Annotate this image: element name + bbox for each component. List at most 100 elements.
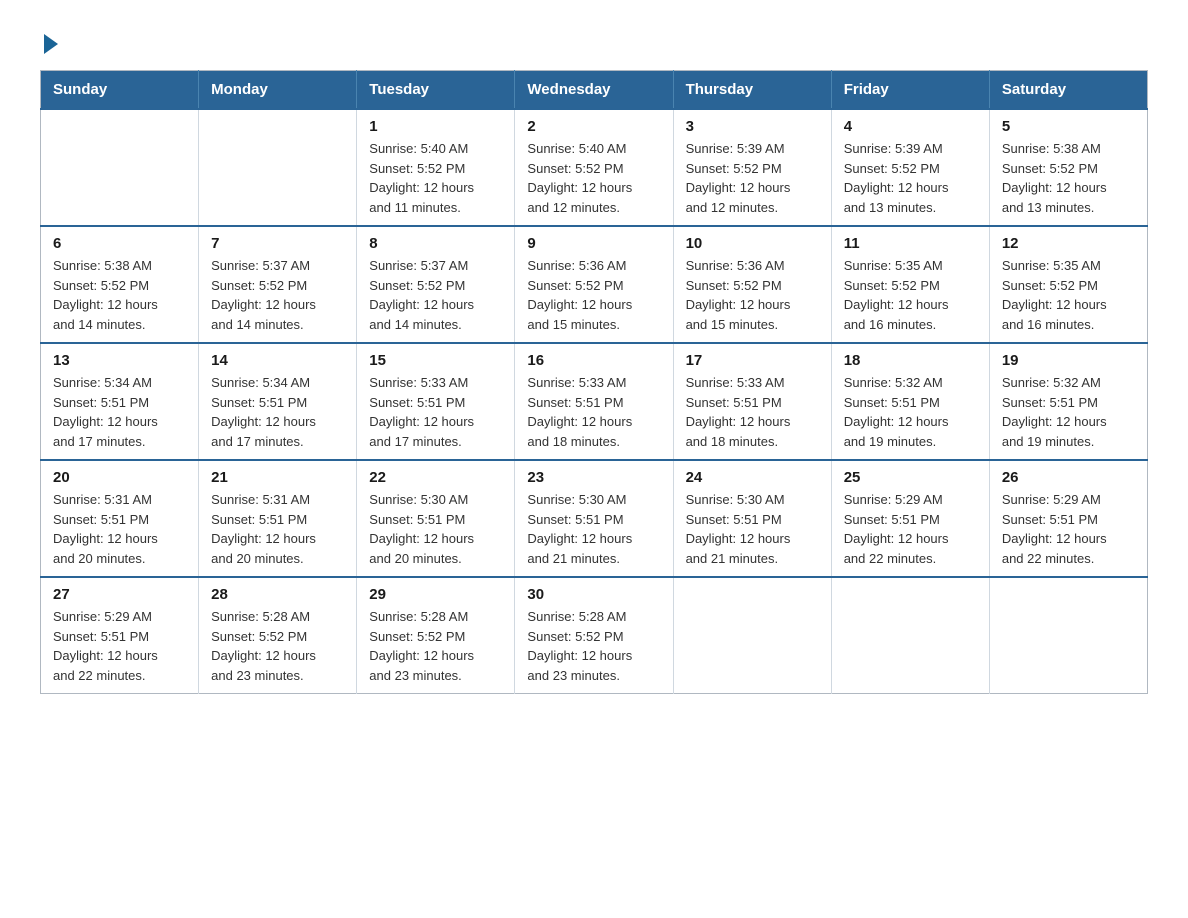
calendar-cell-w3-d5: 17Sunrise: 5:33 AMSunset: 5:51 PMDayligh… — [673, 343, 831, 460]
day-number: 21 — [211, 469, 344, 486]
day-number: 4 — [844, 118, 977, 135]
week-row-2: 6 Sunrise: 5:38 AMSunset: 5:52 PMDaylight… — [41, 226, 1148, 343]
header-sunday: Sunday — [41, 71, 199, 110]
calendar-cell-w3-d2: 14Sunrise: 5:34 AMSunset: 5:51 PMDayligh… — [199, 343, 357, 460]
day-number: 12 — [1002, 235, 1135, 252]
day-detail: Sunrise: 5:40 AMSunset: 5:52 PMDaylight:… — [527, 139, 660, 217]
calendar-cell-w5-d5 — [673, 577, 831, 694]
calendar-cell-w2-d2: 7 Sunrise: 5:37 AMSunset: 5:52 PMDaylight… — [199, 226, 357, 343]
day-number: 28 — [211, 586, 344, 603]
calendar-cell-w1-d1 — [41, 109, 199, 226]
day-detail: Sunrise: 5:36 AMSunset: 5:52 PMDaylight:… — [686, 256, 819, 334]
day-detail: Sunrise: 5:30 AMSunset: 5:51 PMDaylight:… — [686, 490, 819, 568]
day-number: 23 — [527, 469, 660, 486]
logo-arrow-icon — [44, 34, 58, 54]
day-number: 8 — [369, 235, 502, 252]
day-detail: Sunrise: 5:37 AMSunset: 5:52 PMDaylight:… — [211, 256, 344, 334]
day-number: 11 — [844, 235, 977, 252]
calendar-body: 1 Sunrise: 5:40 AMSunset: 5:52 PMDaylight… — [41, 109, 1148, 694]
day-detail: Sunrise: 5:32 AMSunset: 5:51 PMDaylight:… — [1002, 373, 1135, 451]
logo — [40, 30, 58, 54]
calendar-cell-w5-d2: 28 Sunrise: 5:28 AMSunset: 5:52 PMDayligh… — [199, 577, 357, 694]
day-detail: Sunrise: 5:33 AMSunset: 5:51 PMDaylight:… — [369, 373, 502, 451]
calendar-cell-w4-d3: 22 Sunrise: 5:30 AMSunset: 5:51 PMDayligh… — [357, 460, 515, 577]
day-detail: Sunrise: 5:35 AMSunset: 5:52 PMDaylight:… — [1002, 256, 1135, 334]
day-number: 6 — [53, 235, 186, 252]
calendar-cell-w2-d4: 9Sunrise: 5:36 AMSunset: 5:52 PMDaylight… — [515, 226, 673, 343]
day-detail: Sunrise: 5:33 AMSunset: 5:51 PMDaylight:… — [686, 373, 819, 451]
day-number: 25 — [844, 469, 977, 486]
day-number: 19 — [1002, 352, 1135, 369]
week-row-5: 27 Sunrise: 5:29 AMSunset: 5:51 PMDayligh… — [41, 577, 1148, 694]
calendar-table: SundayMondayTuesdayWednesdayThursdayFrid… — [40, 70, 1148, 694]
calendar-cell-w1-d6: 4 Sunrise: 5:39 AMSunset: 5:52 PMDaylight… — [831, 109, 989, 226]
calendar-cell-w2-d1: 6 Sunrise: 5:38 AMSunset: 5:52 PMDaylight… — [41, 226, 199, 343]
day-number: 30 — [527, 586, 660, 603]
calendar-cell-w4-d2: 21Sunrise: 5:31 AMSunset: 5:51 PMDayligh… — [199, 460, 357, 577]
day-detail: Sunrise: 5:39 AMSunset: 5:52 PMDaylight:… — [844, 139, 977, 217]
calendar-cell-w4-d1: 20 Sunrise: 5:31 AMSunset: 5:51 PMDayligh… — [41, 460, 199, 577]
day-detail: Sunrise: 5:30 AMSunset: 5:51 PMDaylight:… — [369, 490, 502, 568]
day-detail: Sunrise: 5:40 AMSunset: 5:52 PMDaylight:… — [369, 139, 502, 217]
header-friday: Friday — [831, 71, 989, 110]
calendar-cell-w5-d4: 30Sunrise: 5:28 AMSunset: 5:52 PMDayligh… — [515, 577, 673, 694]
day-number: 26 — [1002, 469, 1135, 486]
day-detail: Sunrise: 5:31 AMSunset: 5:51 PMDaylight:… — [53, 490, 186, 568]
header-monday: Monday — [199, 71, 357, 110]
calendar-cell-w2-d7: 12 Sunrise: 5:35 AMSunset: 5:52 PMDayligh… — [989, 226, 1147, 343]
header-row — [40, 30, 1148, 54]
calendar-cell-w3-d3: 15 Sunrise: 5:33 AMSunset: 5:51 PMDayligh… — [357, 343, 515, 460]
day-number: 29 — [369, 586, 502, 603]
week-row-3: 13 Sunrise: 5:34 AMSunset: 5:51 PMDayligh… — [41, 343, 1148, 460]
day-number: 13 — [53, 352, 186, 369]
calendar-cell-w1-d2 — [199, 109, 357, 226]
day-number: 2 — [527, 118, 660, 135]
day-number: 15 — [369, 352, 502, 369]
calendar-cell-w3-d1: 13 Sunrise: 5:34 AMSunset: 5:51 PMDayligh… — [41, 343, 199, 460]
day-number: 22 — [369, 469, 502, 486]
day-number: 18 — [844, 352, 977, 369]
day-detail: Sunrise: 5:38 AMSunset: 5:52 PMDaylight:… — [53, 256, 186, 334]
calendar-cell-w5-d1: 27 Sunrise: 5:29 AMSunset: 5:51 PMDayligh… — [41, 577, 199, 694]
day-detail: Sunrise: 5:32 AMSunset: 5:51 PMDaylight:… — [844, 373, 977, 451]
calendar-cell-w5-d7 — [989, 577, 1147, 694]
day-number: 3 — [686, 118, 819, 135]
day-number: 7 — [211, 235, 344, 252]
header-saturday: Saturday — [989, 71, 1147, 110]
header-thursday: Thursday — [673, 71, 831, 110]
calendar-cell-w4-d4: 23 Sunrise: 5:30 AMSunset: 5:51 PMDayligh… — [515, 460, 673, 577]
calendar-cell-w1-d4: 2 Sunrise: 5:40 AMSunset: 5:52 PMDaylight… — [515, 109, 673, 226]
calendar-cell-w4-d5: 24 Sunrise: 5:30 AMSunset: 5:51 PMDayligh… — [673, 460, 831, 577]
day-detail: Sunrise: 5:28 AMSunset: 5:52 PMDaylight:… — [211, 607, 344, 685]
calendar-cell-w1-d5: 3 Sunrise: 5:39 AMSunset: 5:52 PMDaylight… — [673, 109, 831, 226]
day-number: 1 — [369, 118, 502, 135]
header-row-days: SundayMondayTuesdayWednesdayThursdayFrid… — [41, 71, 1148, 110]
day-number: 20 — [53, 469, 186, 486]
day-number: 10 — [686, 235, 819, 252]
calendar-cell-w4-d6: 25Sunrise: 5:29 AMSunset: 5:51 PMDayligh… — [831, 460, 989, 577]
day-detail: Sunrise: 5:29 AMSunset: 5:51 PMDaylight:… — [53, 607, 186, 685]
day-detail: Sunrise: 5:34 AMSunset: 5:51 PMDaylight:… — [211, 373, 344, 451]
calendar-header: SundayMondayTuesdayWednesdayThursdayFrid… — [41, 71, 1148, 110]
day-number: 27 — [53, 586, 186, 603]
week-row-4: 20 Sunrise: 5:31 AMSunset: 5:51 PMDayligh… — [41, 460, 1148, 577]
day-detail: Sunrise: 5:36 AMSunset: 5:52 PMDaylight:… — [527, 256, 660, 334]
day-detail: Sunrise: 5:28 AMSunset: 5:52 PMDaylight:… — [369, 607, 502, 685]
calendar-cell-w1-d3: 1 Sunrise: 5:40 AMSunset: 5:52 PMDaylight… — [357, 109, 515, 226]
day-number: 24 — [686, 469, 819, 486]
day-number: 16 — [527, 352, 660, 369]
day-detail: Sunrise: 5:35 AMSunset: 5:52 PMDaylight:… — [844, 256, 977, 334]
calendar-cell-w5-d3: 29 Sunrise: 5:28 AMSunset: 5:52 PMDayligh… — [357, 577, 515, 694]
day-detail: Sunrise: 5:33 AMSunset: 5:51 PMDaylight:… — [527, 373, 660, 451]
calendar-cell-w3-d7: 19 Sunrise: 5:32 AMSunset: 5:51 PMDayligh… — [989, 343, 1147, 460]
calendar-cell-w4-d7: 26 Sunrise: 5:29 AMSunset: 5:51 PMDayligh… — [989, 460, 1147, 577]
calendar-cell-w5-d6 — [831, 577, 989, 694]
calendar-cell-w1-d7: 5Sunrise: 5:38 AMSunset: 5:52 PMDaylight… — [989, 109, 1147, 226]
day-detail: Sunrise: 5:34 AMSunset: 5:51 PMDaylight:… — [53, 373, 186, 451]
day-detail: Sunrise: 5:29 AMSunset: 5:51 PMDaylight:… — [1002, 490, 1135, 568]
day-detail: Sunrise: 5:39 AMSunset: 5:52 PMDaylight:… — [686, 139, 819, 217]
day-detail: Sunrise: 5:30 AMSunset: 5:51 PMDaylight:… — [527, 490, 660, 568]
header-tuesday: Tuesday — [357, 71, 515, 110]
calendar-cell-w2-d6: 11 Sunrise: 5:35 AMSunset: 5:52 PMDayligh… — [831, 226, 989, 343]
week-row-1: 1 Sunrise: 5:40 AMSunset: 5:52 PMDaylight… — [41, 109, 1148, 226]
